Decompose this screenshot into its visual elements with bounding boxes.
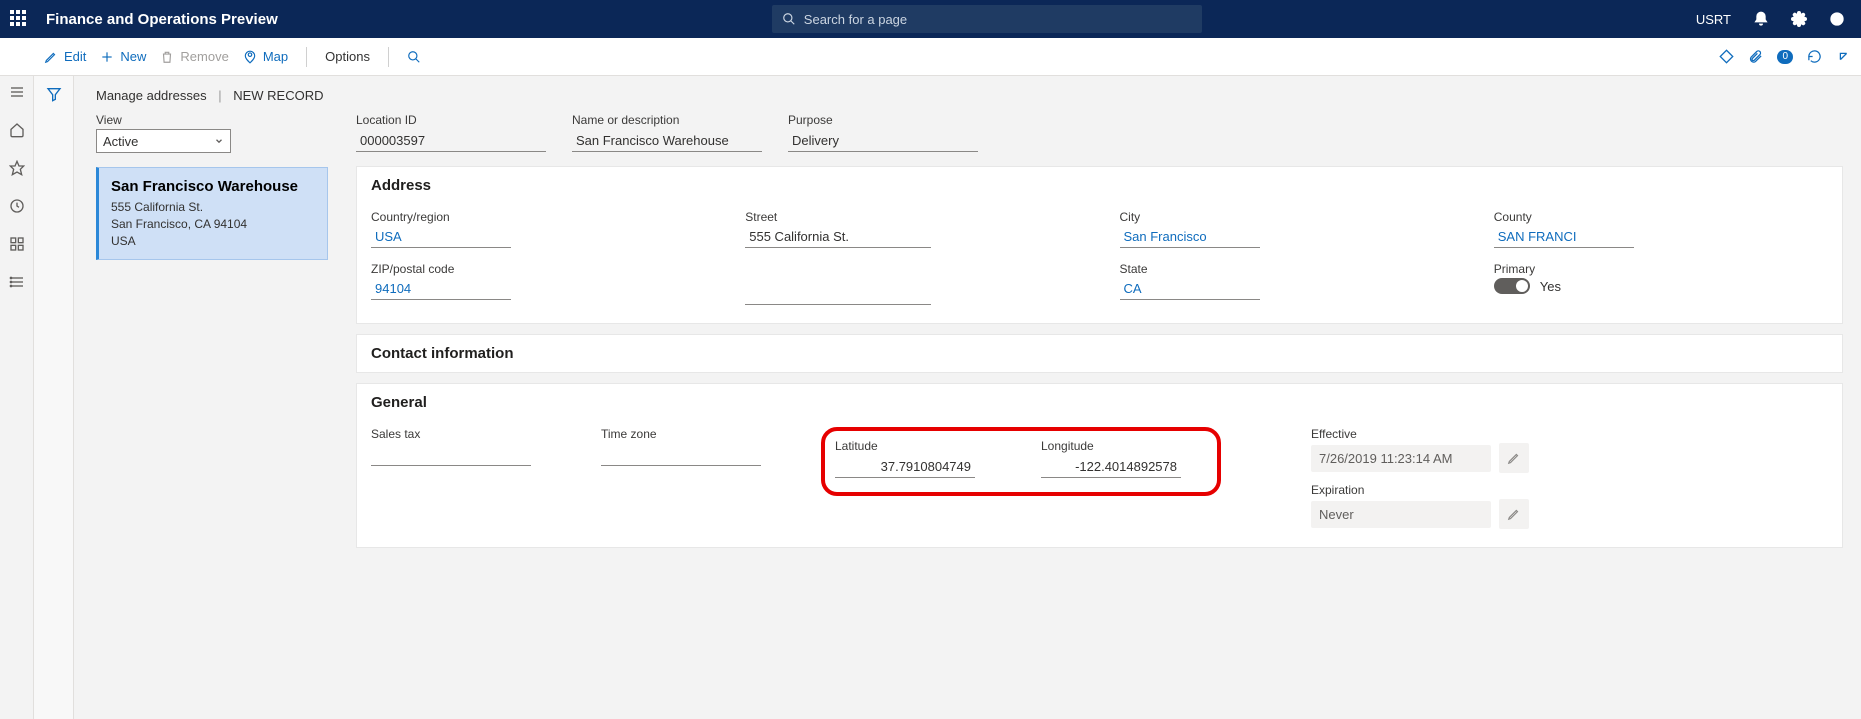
latitude-label: Latitude: [835, 439, 1001, 453]
location-id-label: Location ID: [356, 113, 546, 127]
city-field[interactable]: [1120, 225, 1260, 248]
search-placeholder: Search for a page: [804, 12, 907, 27]
country-label: Country/region: [371, 210, 705, 224]
remove-button[interactable]: Remove: [160, 49, 228, 64]
name-field[interactable]: [572, 129, 762, 152]
primary-label: Primary: [1494, 262, 1828, 276]
top-navbar: Finance and Operations Preview Search fo…: [0, 0, 1861, 38]
longitude-label: Longitude: [1041, 439, 1207, 453]
separator: [388, 47, 389, 67]
coordinates-highlight: Latitude Longitude: [821, 427, 1221, 496]
effective-value: 7/26/2019 11:23:14 AM: [1311, 445, 1491, 472]
company-code[interactable]: USRT: [1696, 12, 1731, 27]
home-icon[interactable]: [9, 122, 25, 138]
diamond-icon[interactable]: [1719, 49, 1734, 64]
salestax-field[interactable]: [371, 443, 531, 466]
edit-button[interactable]: Edit: [44, 49, 86, 64]
star-icon[interactable]: [9, 160, 25, 176]
address-card[interactable]: San Francisco Warehouse 555 California S…: [96, 167, 328, 260]
view-label: View: [96, 113, 336, 127]
breadcrumb-root[interactable]: Manage addresses: [96, 88, 207, 103]
address-section: Address Country/region ZIP/postal code: [356, 166, 1843, 324]
card-line2: San Francisco, CA 94104: [111, 216, 315, 233]
timezone-field[interactable]: [601, 443, 761, 466]
map-button[interactable]: Map: [243, 49, 288, 64]
card-line3: USA: [111, 233, 315, 250]
purpose-field[interactable]: [788, 129, 978, 152]
city-label: City: [1120, 210, 1454, 224]
pencil-icon: [1507, 451, 1521, 465]
popout-icon[interactable]: [1836, 49, 1851, 64]
map-label: Map: [263, 49, 288, 64]
effective-label: Effective: [1311, 427, 1529, 441]
expiration-label: Expiration: [1311, 483, 1529, 497]
primary-toggle-text: Yes: [1540, 279, 1561, 294]
options-button[interactable]: Options: [325, 49, 370, 64]
separator: [306, 47, 307, 67]
help-icon[interactable]: [1829, 11, 1845, 27]
attach-icon[interactable]: [1748, 49, 1763, 64]
find-button[interactable]: [407, 50, 421, 64]
street-field[interactable]: [745, 225, 931, 248]
card-line1: 555 California St.: [111, 199, 315, 216]
name-label: Name or description: [572, 113, 762, 127]
location-id-field[interactable]: [356, 129, 546, 152]
options-label: Options: [325, 49, 370, 64]
zip-label: ZIP/postal code: [371, 262, 705, 276]
message-badge[interactable]: 0: [1777, 50, 1793, 64]
new-label: New: [120, 49, 146, 64]
primary-toggle[interactable]: [1494, 278, 1530, 294]
gear-icon[interactable]: [1791, 11, 1807, 27]
refresh-icon[interactable]: [1807, 49, 1822, 64]
salestax-label: Sales tax: [371, 427, 581, 441]
longitude-field[interactable]: [1041, 455, 1181, 478]
county-label: County: [1494, 210, 1828, 224]
country-field[interactable]: [371, 225, 511, 248]
bell-icon[interactable]: [1753, 11, 1769, 27]
county-field[interactable]: [1494, 225, 1634, 248]
effective-edit-button[interactable]: [1499, 443, 1529, 473]
breadcrumb-current: NEW RECORD: [233, 88, 323, 103]
hamburger-icon[interactable]: [9, 84, 25, 100]
contact-section: Contact information: [356, 334, 1843, 373]
filter-rail: [34, 76, 74, 719]
view-select[interactable]: Active: [96, 129, 231, 153]
expiration-value: Never: [1311, 501, 1491, 528]
general-header[interactable]: General: [357, 384, 1842, 421]
zip-field[interactable]: [371, 277, 511, 300]
search-icon: [782, 12, 796, 26]
workspaces-icon[interactable]: [9, 236, 25, 252]
breadcrumb: Manage addresses | NEW RECORD: [96, 88, 1843, 103]
edit-label: Edit: [64, 49, 86, 64]
action-bar: Edit New Remove Map Options 0: [0, 38, 1861, 76]
left-nav-rail: [0, 76, 34, 719]
purpose-label: Purpose: [788, 113, 978, 127]
app-launcher-icon[interactable]: [10, 10, 28, 28]
filter-icon[interactable]: [46, 86, 62, 102]
street-label: Street: [745, 210, 1079, 224]
contact-header[interactable]: Contact information: [357, 335, 1842, 372]
pencil-icon: [1507, 507, 1521, 521]
general-section: General Sales tax Time zone: [356, 383, 1843, 548]
address-header[interactable]: Address: [357, 167, 1842, 204]
new-button[interactable]: New: [100, 49, 146, 64]
card-title: San Francisco Warehouse: [111, 178, 315, 195]
remove-label: Remove: [180, 49, 228, 64]
view-value: Active: [103, 134, 138, 149]
timezone-label: Time zone: [601, 427, 801, 441]
chevron-down-icon: [214, 136, 224, 146]
global-search[interactable]: Search for a page: [772, 5, 1202, 33]
recent-icon[interactable]: [9, 198, 25, 214]
state-label: State: [1120, 262, 1454, 276]
street-extra-line: [745, 304, 931, 305]
expiration-edit-button[interactable]: [1499, 499, 1529, 529]
latitude-field[interactable]: [835, 455, 975, 478]
state-field[interactable]: [1120, 277, 1260, 300]
modules-icon[interactable]: [9, 274, 25, 290]
app-title: Finance and Operations Preview: [46, 11, 278, 28]
